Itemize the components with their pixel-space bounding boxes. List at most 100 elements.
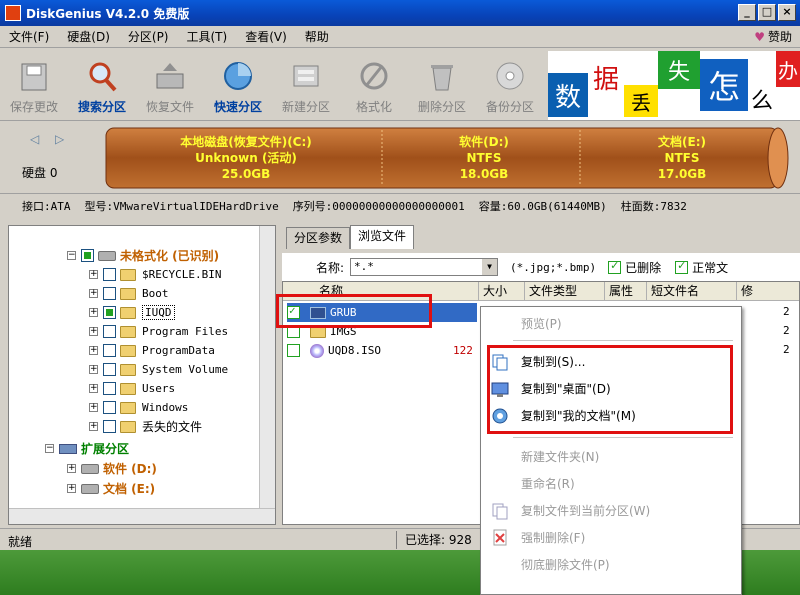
quick-partition-button[interactable]: 快速分区 [204, 49, 272, 121]
disk-label: 硬盘 0 [22, 166, 58, 180]
partition-e[interactable]: 文档(E:) NTFS 17.0GB [584, 134, 780, 182]
nav-arrows-icon[interactable]: ◁ ▷ [30, 132, 70, 146]
sponsor-button[interactable]: ♥ 赞助 [754, 28, 792, 45]
menu-separator [513, 437, 733, 438]
tree-item-partition-e[interactable]: + 文档 (E:) [67, 479, 155, 498]
tree-item-folder[interactable]: + Users [89, 379, 175, 398]
file-modified: 2 [783, 305, 790, 318]
collapse-icon[interactable]: − [45, 444, 54, 453]
sponsor-label: 赞助 [767, 30, 792, 44]
checkbox[interactable] [103, 420, 116, 433]
tree-item-extended[interactable]: − 扩展分区 [45, 439, 129, 458]
menu-rename[interactable]: 重命名(R) [521, 473, 575, 495]
filter-row: 名称: *.* (*.jpg;*.bmp) ✓ 已删除 ✓ 正常文 [282, 253, 800, 281]
menu-copy-to-current-partition[interactable]: 复制文件到当前分区(W) [521, 500, 650, 522]
tree-item-lost-files[interactable]: + 丢失的文件 [89, 417, 202, 436]
highlight-box-menu [487, 345, 733, 434]
backup-partition-button[interactable]: 备份分区 [476, 49, 544, 121]
tab-partition-params[interactable]: 分区参数 [286, 227, 351, 249]
save-icon [21, 63, 47, 91]
tree-horizontal-scrollbar[interactable] [9, 508, 275, 524]
drive-icon [81, 463, 99, 474]
tree-item-folder[interactable]: + Boot [89, 284, 169, 303]
expand-icon[interactable]: + [89, 327, 98, 336]
folder-icon [120, 287, 136, 300]
partition-c[interactable]: 本地磁盘(恢复文件)(C:) Unknown (活动) 25.0GB [110, 134, 382, 182]
file-name: UQD8.ISO [328, 344, 381, 357]
expand-icon[interactable]: + [89, 384, 98, 393]
menu-tools[interactable]: 工具(T) [178, 28, 237, 45]
col-type[interactable]: 文件类型 [525, 282, 605, 300]
close-button[interactable]: × [778, 4, 796, 21]
tree-item-folder[interactable]: + IUQD [89, 303, 175, 322]
search-icon [89, 62, 117, 92]
menu-bar: 文件(F) 硬盘(D) 分区(P) 工具(T) 查看(V) 帮助 ♥ 赞助 [0, 26, 800, 48]
expand-icon[interactable]: + [89, 403, 98, 412]
expand-icon[interactable]: + [89, 308, 98, 317]
col-modified[interactable]: 修 [737, 282, 797, 300]
col-size[interactable]: 大小 [479, 282, 525, 300]
checkbox[interactable] [103, 363, 116, 376]
collapse-icon[interactable]: − [67, 251, 76, 260]
menu-help[interactable]: 帮助 [296, 28, 338, 45]
normal-checkbox[interactable]: ✓ [675, 259, 689, 274]
tab-browse-files[interactable]: 浏览文件 [350, 225, 415, 249]
tree-item-folder[interactable]: + Program Files [89, 322, 228, 341]
expand-icon[interactable]: + [89, 422, 98, 431]
minimize-button[interactable]: _ [738, 4, 756, 21]
tree-item-partition-d[interactable]: + 软件 (D:) [67, 459, 157, 478]
checkbox[interactable] [103, 382, 116, 395]
recover-files-button[interactable]: 恢复文件 [136, 49, 204, 121]
tree-item-folder[interactable]: + ProgramData [89, 341, 215, 360]
maximize-button[interactable]: □ [758, 4, 776, 21]
menu-disk[interactable]: 硬盘(D) [58, 28, 119, 45]
tree-item-unformatted[interactable]: − 未格式化 (已识别) [67, 246, 219, 265]
file-row-iso[interactable]: UQD8.ISO 122 [287, 341, 473, 360]
tree-vertical-scrollbar[interactable] [259, 226, 275, 524]
extended-partition-icon [59, 443, 77, 454]
menu-new-folder[interactable]: 新建文件夹(N) [521, 446, 599, 468]
checkbox[interactable] [103, 325, 116, 338]
banner-char: 丢 [624, 85, 658, 117]
deleted-checkbox[interactable]: ✓ [608, 259, 622, 274]
partition-d[interactable]: 软件(D:) NTFS 18.0GB [386, 134, 582, 182]
name-filter-label: 名称: [316, 260, 345, 275]
menu-force-delete[interactable]: 强制删除(F) [521, 527, 585, 549]
search-partition-button[interactable]: 搜索分区 [68, 49, 136, 121]
menu-partition[interactable]: 分区(P) [119, 28, 178, 45]
menu-file[interactable]: 文件(F) [0, 28, 58, 45]
promo-banner[interactable]: 数 据 丢 失 怎 么 办 [548, 51, 800, 120]
checkbox[interactable] [103, 306, 116, 319]
expand-icon[interactable]: + [89, 346, 98, 355]
checkbox[interactable] [287, 344, 300, 357]
expand-icon[interactable]: + [89, 365, 98, 374]
format-icon [360, 62, 388, 90]
expand-icon[interactable]: + [67, 484, 76, 493]
col-attr[interactable]: 属性 [605, 282, 647, 300]
expand-icon[interactable]: + [67, 464, 76, 473]
checkbox[interactable] [103, 268, 116, 281]
new-partition-button[interactable]: 新建分区 [272, 49, 340, 121]
delete-partition-button[interactable]: 删除分区 [408, 49, 476, 121]
disk-info-bar: 接口:ATA 型号:VMwareVirtualIDEHardDrive 序列号:… [0, 195, 800, 217]
checkbox[interactable] [103, 287, 116, 300]
menu-wipe-delete[interactable]: 彻底删除文件(P) [521, 554, 610, 576]
expand-icon[interactable]: + [89, 270, 98, 279]
save-changes-button[interactable]: 保存更改 [0, 49, 68, 121]
checkbox[interactable] [81, 249, 94, 262]
col-short-name[interactable]: 短文件名 [647, 282, 737, 300]
expand-icon[interactable]: + [89, 289, 98, 298]
checkbox[interactable] [103, 401, 116, 414]
menu-preview[interactable]: 预览(P) [521, 313, 562, 335]
banner-char: 么 [748, 81, 776, 117]
tree-item-folder[interactable]: + Windows [89, 398, 188, 417]
tree-item-folder[interactable]: + $RECYCLE.BIN [89, 265, 221, 284]
banner-char: 失 [658, 51, 700, 89]
backup-icon [496, 62, 524, 90]
tree-item-folder[interactable]: + System Volume [89, 360, 228, 379]
cylinders-info: 柱面数:7832 [620, 200, 687, 213]
checkbox[interactable] [103, 344, 116, 357]
name-filter-combo[interactable]: *.* [350, 258, 499, 276]
menu-view[interactable]: 查看(V) [236, 28, 296, 45]
format-button[interactable]: 格式化 [340, 49, 408, 121]
